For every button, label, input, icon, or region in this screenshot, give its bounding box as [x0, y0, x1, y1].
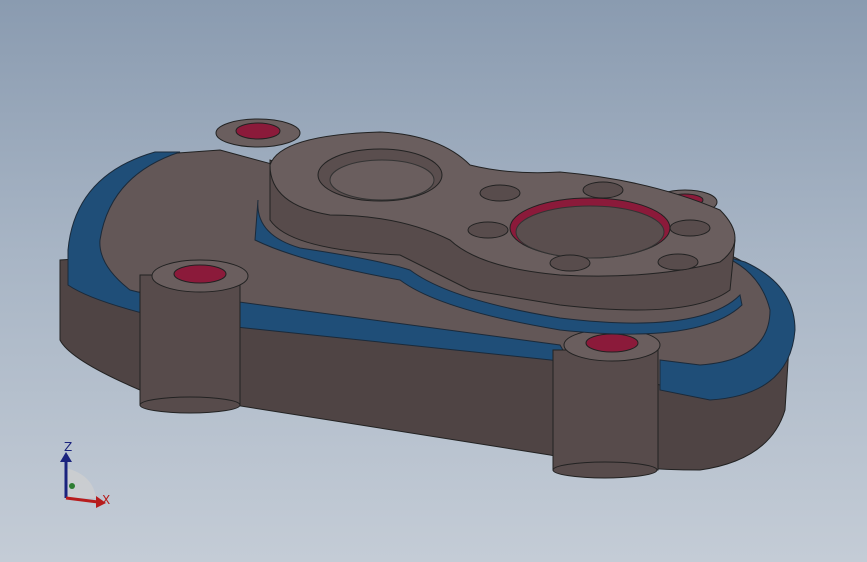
bolt-hole-3: [582, 181, 624, 199]
boss-front-left-side: [139, 274, 241, 406]
boss-front-left-bottom: [139, 396, 241, 414]
boss-front-right-hole: [585, 333, 639, 353]
boss-back-left-hole: [235, 122, 281, 140]
triad-y-dot: [69, 483, 75, 489]
cad-part-model[interactable]: [0, 0, 867, 562]
graphics-viewport[interactable]: Z X: [0, 0, 867, 562]
bolt-hole-1: [479, 184, 521, 202]
coordinate-triad[interactable]: Z X: [48, 440, 118, 520]
bolt-hole-2: [467, 221, 509, 239]
bolt-hole-6: [657, 253, 699, 271]
boss-front-left-hole: [173, 264, 227, 284]
bolt-hole-4: [669, 219, 711, 237]
bore-left-inner: [329, 159, 435, 201]
boss-front-right-side: [552, 349, 659, 471]
triad-x-axis: [65, 496, 99, 504]
bolt-hole-5: [549, 254, 591, 272]
triad-z-label: Z: [64, 440, 72, 454]
triad-plane: [66, 468, 96, 498]
bore-right-inner: [515, 205, 665, 259]
triad-x-label: X: [102, 493, 110, 507]
boss-front-right-bottom: [552, 461, 658, 479]
